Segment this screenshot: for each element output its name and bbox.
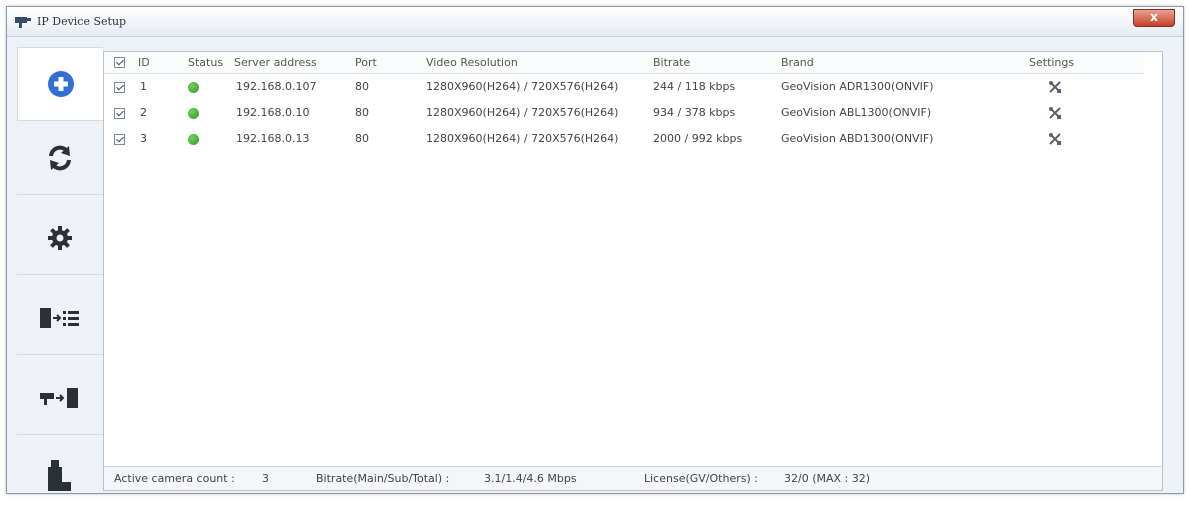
row-checkbox[interactable] <box>114 134 125 145</box>
row-checkbox[interactable] <box>114 108 125 119</box>
close-button[interactable]: x <box>1133 9 1175 27</box>
active-camera-count-label: Active camera count : <box>114 472 235 485</box>
plus-circle-icon <box>47 71 74 97</box>
settings-tools-icon[interactable] <box>1048 106 1062 120</box>
refresh-icon <box>49 145 71 170</box>
cell-id: 1 <box>140 80 147 93</box>
gear-icon <box>48 225 72 250</box>
cell-video-resolution: 1280X960(H264) / 720X576(H264) <box>426 106 619 119</box>
header-server-address[interactable]: Server address <box>234 52 317 74</box>
status-online-indicator <box>188 134 199 145</box>
sidebar-item-usb[interactable] <box>17 441 103 515</box>
settings-tools-icon[interactable] <box>1048 80 1062 94</box>
settings-tools-icon[interactable] <box>1048 132 1062 146</box>
cell-port: 80 <box>355 132 369 145</box>
cell-bitrate: 244 / 118 kbps <box>653 80 736 93</box>
table-row[interactable]: 1 192.168.0.107 80 1280X960(H264) / 720X… <box>104 74 1144 100</box>
sidebar-item-settings[interactable] <box>17 201 103 275</box>
sidebar-item-export-to-list[interactable] <box>17 281 103 355</box>
cell-video-resolution: 1280X960(H264) / 720X576(H264) <box>426 80 619 93</box>
status-online-indicator <box>188 108 199 119</box>
cell-brand: GeoVision ABL1300(ONVIF) <box>781 106 932 119</box>
header-port[interactable]: Port <box>355 52 377 74</box>
device-to-list-icon <box>40 307 79 328</box>
bitrate-label: Bitrate(Main/Sub/Total) : <box>316 472 450 485</box>
cell-port: 80 <box>355 106 369 119</box>
cell-server-address: 192.168.0.10 <box>236 106 310 119</box>
window-title: IP Device Setup <box>37 15 127 28</box>
cell-bitrate: 2000 / 992 kbps <box>653 132 743 145</box>
cell-video-resolution: 1280X960(H264) / 720X576(H264) <box>426 132 619 145</box>
cell-id: 2 <box>140 106 147 119</box>
device-table-panel: ID Status Server address Port Video Reso… <box>103 51 1163 491</box>
cell-brand: GeoVision ADR1300(ONVIF) <box>781 80 934 93</box>
cell-port: 80 <box>355 80 369 93</box>
license-label: License(GV/Others) : <box>644 472 758 485</box>
bitrate-value: 3.1/1.4/4.6 Mbps <box>484 472 577 485</box>
active-camera-count-value: 3 <box>262 472 269 485</box>
row-checkbox[interactable] <box>114 82 125 93</box>
table-header: ID Status Server address Port Video Reso… <box>104 52 1144 74</box>
status-online-indicator <box>188 82 199 93</box>
camera-to-device-icon <box>40 387 78 408</box>
cell-brand: GeoVision ABD1300(ONVIF) <box>781 132 934 145</box>
ip-device-setup-window: IP Device Setup x ID Status Server addre… <box>6 6 1184 494</box>
header-bitrate[interactable]: Bitrate <box>653 52 690 74</box>
cell-bitrate: 934 / 378 kbps <box>653 106 736 119</box>
select-all-checkbox[interactable] <box>114 57 125 68</box>
title-bar[interactable]: IP Device Setup x <box>7 7 1183 37</box>
sidebar-item-add[interactable] <box>17 47 103 121</box>
header-video-resolution[interactable]: Video Resolution <box>426 52 518 74</box>
cell-server-address: 192.168.0.107 <box>236 80 317 93</box>
license-value: 32/0 (MAX : 32) <box>784 472 871 485</box>
cell-server-address: 192.168.0.13 <box>236 132 310 145</box>
sidebar-item-camera-to-device[interactable] <box>17 361 103 435</box>
usb-drive-icon <box>48 460 71 491</box>
table-row[interactable]: 2 192.168.0.10 80 1280X960(H264) / 720X5… <box>104 100 1144 126</box>
status-bar: Active camera count : 3 Bitrate(Main/Sub… <box>104 466 1162 490</box>
table-row[interactable]: 3 192.168.0.13 80 1280X960(H264) / 720X5… <box>104 126 1144 152</box>
cell-id: 3 <box>140 132 147 145</box>
sidebar <box>17 47 103 493</box>
header-brand[interactable]: Brand <box>781 52 814 74</box>
header-id[interactable]: ID <box>138 52 150 74</box>
camera-app-icon <box>15 17 31 28</box>
sidebar-item-refresh[interactable] <box>17 121 103 195</box>
header-status[interactable]: Status <box>188 52 223 74</box>
header-settings[interactable]: Settings <box>1029 52 1074 74</box>
